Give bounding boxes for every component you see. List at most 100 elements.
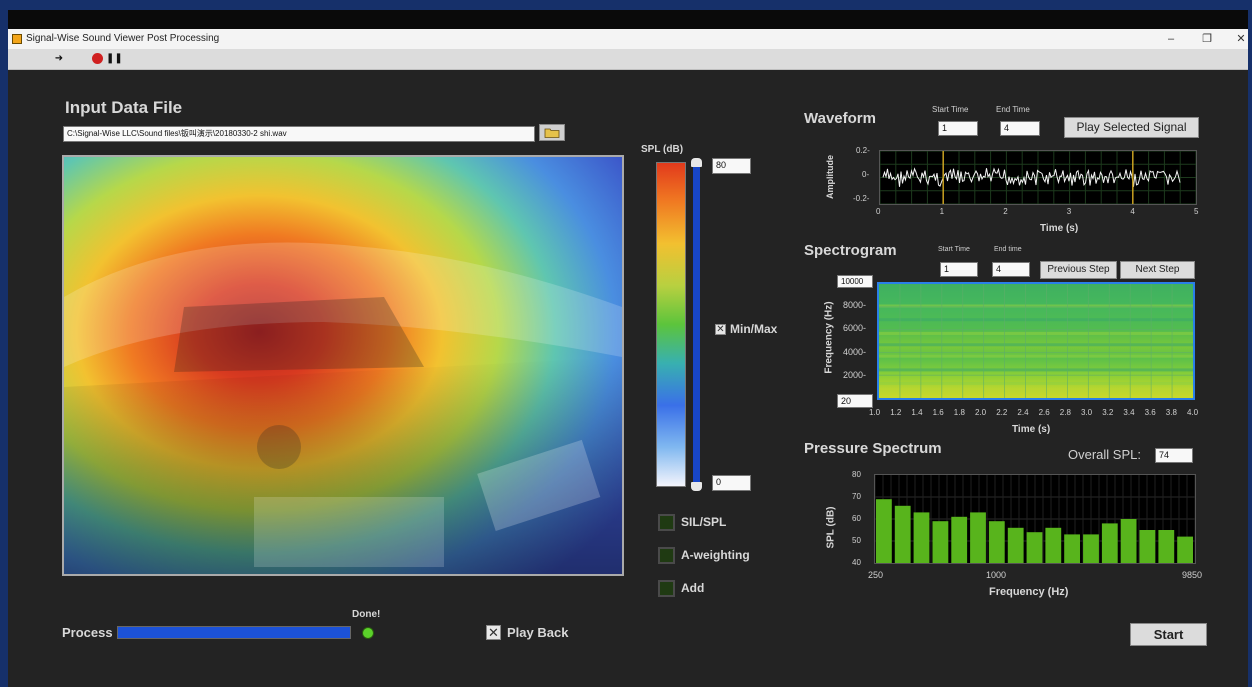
play-selected-signal-button[interactable]: Play Selected Signal: [1064, 117, 1199, 138]
minmax-label: Min/Max: [730, 322, 778, 336]
spectrum-ytick: 80: [852, 470, 861, 479]
spectrum-bar: [932, 521, 949, 563]
spectrogram-xtick: 3.4: [1123, 408, 1135, 417]
waveform-xtick: 3: [1066, 207, 1072, 216]
window-titlebar: Signal-Wise Sound Viewer Post Processing…: [8, 29, 1248, 49]
waveform-xticks: 0 1 2 3 4 5: [876, 207, 1199, 219]
spectrum-bar: [876, 499, 892, 563]
minimize-icon[interactable]: –: [1158, 31, 1184, 47]
spectrogram-ylabel-box: Frequency (Hz): [822, 290, 836, 390]
spl-scale-slider-track[interactable]: [693, 164, 700, 486]
pause-icon[interactable]: ❚❚: [106, 52, 123, 66]
spectrogram-xtick: 1.4: [911, 408, 923, 417]
playback-checkbox[interactable]: ✕: [486, 625, 501, 640]
scale-min-input[interactable]: 0: [712, 475, 751, 491]
spectrum-xtick-2: 9850: [1182, 570, 1203, 580]
spectrum-bar: [1139, 530, 1156, 563]
abort-icon[interactable]: [90, 52, 104, 66]
spectrum-ytick: 60: [852, 514, 861, 523]
sil-spl-toggle[interactable]: [658, 514, 675, 531]
slider-min-handle[interactable]: [691, 482, 702, 491]
spectrum-bar: [1158, 530, 1175, 563]
spectrogram-end-label: End time: [994, 246, 1022, 253]
waveform-start-input[interactable]: 1: [938, 121, 978, 136]
add-label: Add: [681, 581, 705, 595]
spectrogram-end-input[interactable]: 4: [992, 262, 1030, 277]
desktop-left-border: [0, 10, 8, 687]
spectrogram-start-label: Start Time: [938, 246, 970, 253]
spectrogram-xtick: 2.0: [975, 408, 987, 417]
run-arrow-icon[interactable]: ➜: [52, 52, 66, 66]
a-weighting-toggle[interactable]: [658, 547, 675, 564]
waveform-xtick: 5: [1194, 207, 1199, 216]
spectrogram-xtick: 3.8: [1165, 408, 1177, 417]
previous-step-button[interactable]: Previous Step: [1040, 261, 1117, 279]
heatmap-svg: [64, 157, 622, 574]
browse-button[interactable]: [539, 124, 565, 141]
done-led: [362, 627, 374, 639]
file-path-input[interactable]: C:\Signal-Wise LLC\Sound files\钣叫演示\2018…: [63, 126, 535, 142]
sil-spl-label: SIL/SPL: [681, 515, 727, 529]
spectrogram-band: [879, 318, 1193, 322]
spectrum-bar: [913, 512, 930, 563]
next-step-button[interactable]: Next Step: [1120, 261, 1195, 279]
process-progress-fill: [118, 627, 350, 638]
spectrogram-xtick: 2.8: [1059, 408, 1071, 417]
pressure-spectrum-svg: [874, 475, 1196, 563]
overall-spl-label: Overall SPL:: [1068, 447, 1141, 462]
spectrogram-xtick: 1.6: [932, 408, 944, 417]
minmax-checkbox[interactable]: ✕: [715, 324, 726, 335]
acoustic-heatmap-image: [62, 155, 624, 576]
waveform-start-label: Start Time: [932, 105, 969, 114]
spectrogram-xtick: 4.0: [1187, 408, 1199, 417]
start-button[interactable]: Start: [1130, 623, 1207, 646]
spectrogram-xtick: 2.6: [1038, 408, 1050, 417]
spectrogram-band: [879, 354, 1193, 358]
spectrogram-xtick: 3.2: [1102, 408, 1114, 417]
waveform-xtick: 4: [1130, 207, 1135, 216]
spl-color-scale: [656, 162, 686, 487]
a-weighting-label: A-weighting: [681, 548, 750, 562]
waveform-xlabel: Time (s): [1040, 223, 1079, 234]
add-toggle[interactable]: [658, 580, 675, 597]
scale-max-input[interactable]: 80: [712, 158, 751, 174]
spectrogram-start-input[interactable]: 1: [940, 262, 978, 277]
spectrogram-xtick: 1.2: [890, 408, 902, 417]
spectrogram-ymin-input[interactable]: 20: [837, 394, 873, 408]
spectrogram-band: [879, 331, 1193, 335]
spectrogram-xtick: 1.0: [869, 408, 881, 417]
overall-spl-value: 74: [1155, 448, 1193, 463]
spectrogram-plot: [877, 282, 1195, 400]
spectrum-bar: [1177, 536, 1193, 563]
spectrum-xtick-0: 250: [868, 570, 884, 580]
spectrum-bar: [970, 512, 986, 563]
spectrogram-ymax-input[interactable]: 10000: [837, 275, 873, 288]
spectrum-ylabel-box: SPL (dB): [824, 488, 838, 568]
spectrum-bar: [1120, 519, 1137, 563]
process-progress-bar: [117, 626, 351, 639]
window-title: Signal-Wise Sound Viewer Post Processing: [26, 33, 220, 44]
waveform-plot: [879, 150, 1197, 205]
spectrogram-ytick-2: 4000-: [843, 347, 867, 357]
spectrogram-xlabel: Time (s): [1012, 424, 1051, 435]
waveform-xtick: 1: [939, 207, 945, 216]
pressure-spectrum-heading: Pressure Spectrum: [804, 440, 942, 457]
waveform-xtick: 2: [1003, 207, 1008, 216]
slider-max-handle[interactable]: [691, 158, 702, 167]
spectrum-xlabel: Frequency (Hz): [989, 586, 1069, 598]
spectrum-bar: [1083, 534, 1099, 563]
restore-icon[interactable]: ❐: [1194, 31, 1220, 47]
spectrogram-xtick: 3.0: [1081, 408, 1093, 417]
desktop-right-border: [1248, 10, 1252, 687]
waveform-ylabel: Amplitude: [825, 155, 835, 199]
waveform-end-label: End Time: [996, 105, 1030, 114]
spectrogram-xtick: 3.6: [1144, 408, 1156, 417]
spectrogram-ytick-1: 6000-: [843, 323, 867, 333]
waveform-ytick-0: 0.2-: [856, 146, 870, 155]
waveform-end-input[interactable]: 4: [1000, 121, 1040, 136]
close-icon[interactable]: ✕: [1228, 31, 1252, 47]
folder-icon: [544, 128, 560, 138]
spectrogram-xtick: 2.2: [996, 408, 1008, 417]
spectrum-yticks: 80 70 60 50 40: [852, 470, 874, 568]
done-label: Done!: [352, 609, 381, 620]
